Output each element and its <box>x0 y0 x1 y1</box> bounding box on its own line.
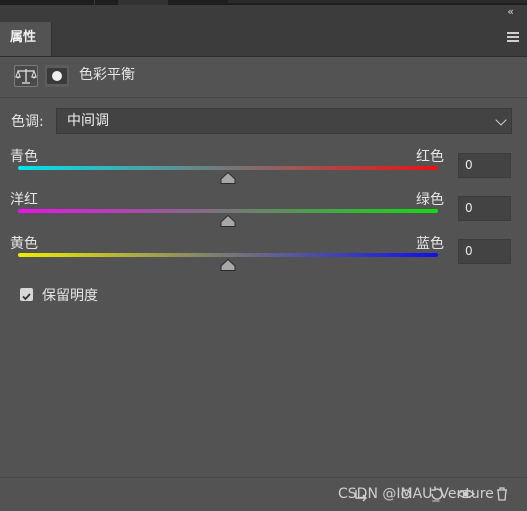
collapse-icon[interactable]: « <box>507 5 514 18</box>
bottom-toolbar: CSDN @IMAU_Venture <box>0 477 527 511</box>
slider-magenta-green: 洋红 绿色 <box>0 189 527 233</box>
slider-cyan-red: 青色 红色 <box>0 146 527 190</box>
adjustment-title: 色彩平衡 <box>79 67 135 83</box>
reset-icon[interactable] <box>427 484 447 504</box>
slider-thumb[interactable] <box>220 169 236 184</box>
tone-dropdown[interactable]: 中间调 <box>56 108 512 134</box>
panel-menu-icon[interactable] <box>507 32 519 44</box>
mask-icon[interactable] <box>45 65 69 87</box>
panel-tab-bar: 属性 <box>0 22 527 57</box>
preserve-luminosity-label: 保留明度 <box>42 288 98 304</box>
clip-to-layer-icon[interactable] <box>352 484 372 504</box>
adjustment-header: 色彩平衡 <box>0 57 527 98</box>
panel-collapse-bar: « <box>0 5 527 22</box>
slider-thumb[interactable] <box>220 212 236 227</box>
slider-thumb[interactable] <box>220 256 236 271</box>
tone-selected-value: 中间调 <box>67 113 109 129</box>
yellow-blue-value-input[interactable]: 0 <box>458 239 511 264</box>
magenta-green-value-input[interactable]: 0 <box>458 196 511 221</box>
slider-left-label: 青色 <box>10 149 38 165</box>
slider-right-label: 绿色 <box>416 192 444 208</box>
balance-scale-icon[interactable] <box>14 65 38 87</box>
slider-yellow-blue: 黄色 蓝色 <box>0 233 527 277</box>
tone-label: 色调: <box>11 114 44 130</box>
slider-right-label: 蓝色 <box>416 236 444 252</box>
slider-left-label: 洋红 <box>10 192 38 208</box>
view-previous-icon[interactable] <box>396 484 416 504</box>
slider-right-label: 红色 <box>416 149 444 165</box>
trash-icon[interactable] <box>492 484 512 504</box>
slider-left-label: 黄色 <box>10 236 38 252</box>
preserve-luminosity-checkbox[interactable] <box>20 288 33 301</box>
chevron-down-icon <box>495 114 507 126</box>
tab-properties[interactable]: 属性 <box>0 22 52 56</box>
cyan-red-value-input[interactable]: 0 <box>458 153 511 178</box>
visibility-icon[interactable] <box>456 484 476 504</box>
